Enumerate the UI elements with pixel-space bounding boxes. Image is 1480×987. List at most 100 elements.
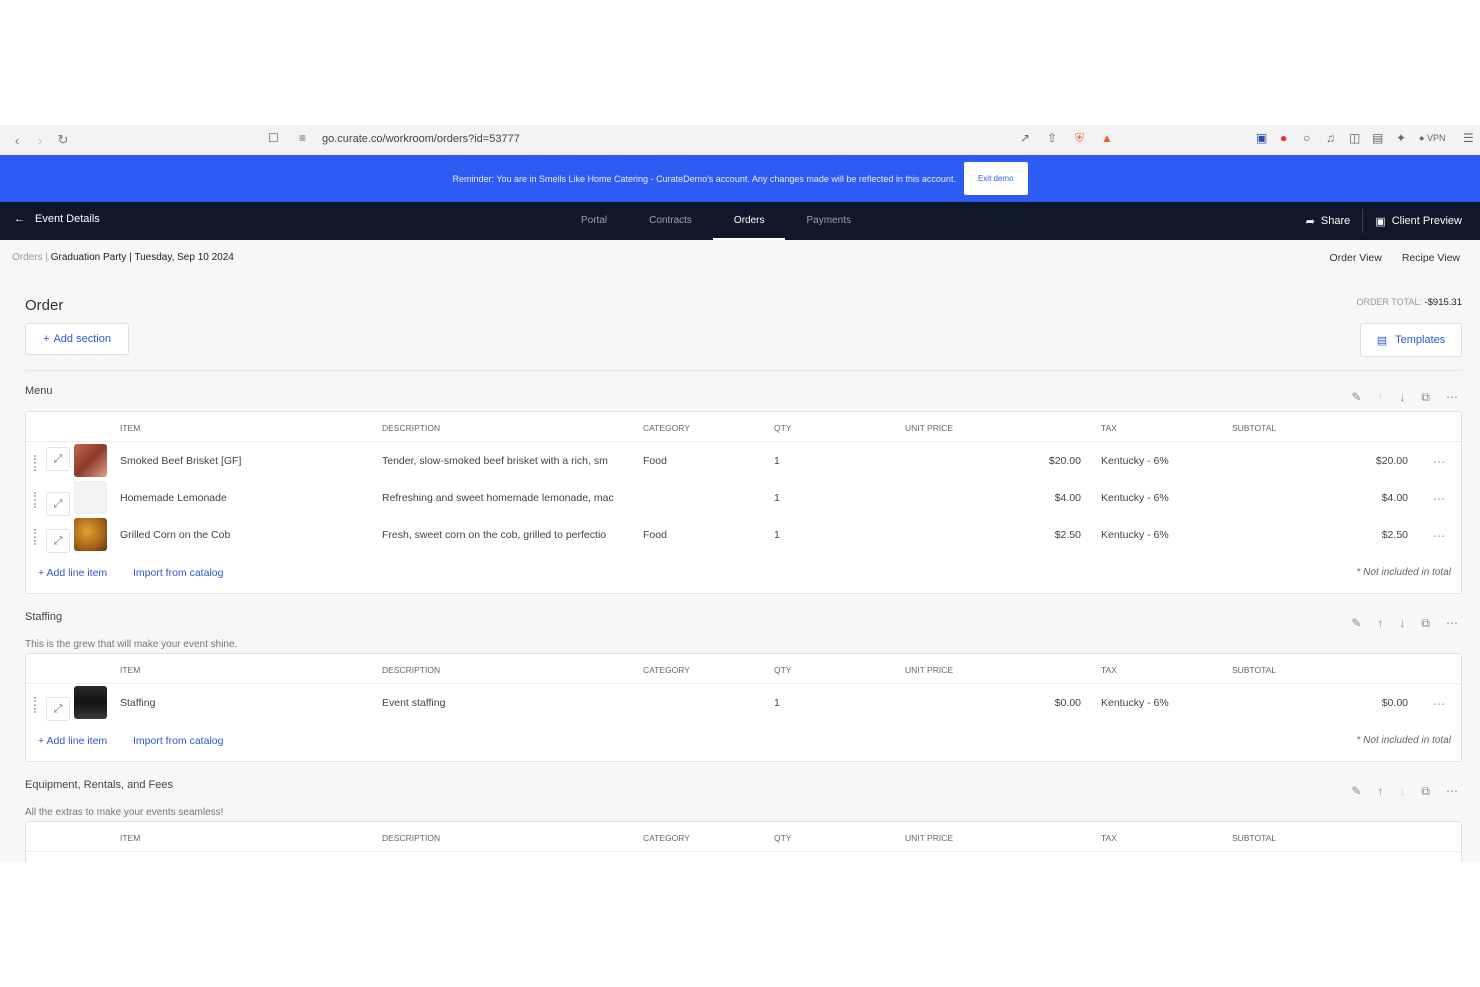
row-more-icon[interactable]: ⋯ [1433,697,1445,711]
table-row[interactable]: ⤢ Staffing Event staffing 1 $0.00 Kentuc… [26,684,1461,721]
site-settings-icon[interactable]: ≡ [299,131,306,145]
item-qty[interactable]: 1 [774,697,780,709]
extension-red-icon[interactable]: ● [1280,131,1287,145]
item-tax[interactable]: Kentucky - 6% [1101,529,1169,541]
breadcrumb-separator: | [129,252,132,263]
item-unit-price[interactable]: $4.00 [906,492,1081,504]
wallet-icon[interactable]: ▤ [1372,131,1383,145]
brave-shield-icon[interactable]: ⛨ [1075,131,1084,146]
import-from-catalog-link[interactable]: Import from catalog [133,735,223,747]
menu-icon[interactable]: ☰ [1463,131,1474,145]
share-page-icon[interactable]: ⇧ [1047,131,1057,145]
row-more-icon[interactable]: ⋯ [1433,455,1445,469]
row-more-icon[interactable]: ⋯ [1433,529,1445,543]
item-tax[interactable]: Kentucky - 6% [1101,697,1169,709]
brave-rewards-icon[interactable]: ▲ [1101,131,1113,145]
table-row[interactable]: ⤢ Grilled Corn on the Cob Fresh, sweet c… [26,516,1461,553]
drag-handle-icon[interactable] [34,697,38,713]
tab-payments[interactable]: Payments [785,202,871,240]
item-category[interactable]: Food [643,529,667,541]
edit-pencil-icon[interactable]: ✎ [1351,784,1361,799]
item-qty[interactable]: 1 [774,455,780,467]
move-up-icon[interactable]: ↑ [1377,390,1383,405]
move-down-icon[interactable]: ↓ [1399,390,1405,405]
item-tax[interactable]: Kentucky - 6% [1101,455,1169,467]
item-description[interactable]: Refreshing and sweet homemade lemonade, … [382,492,634,504]
tab-orders[interactable]: Orders [712,202,786,240]
row-more-icon[interactable]: ⋯ [1433,492,1445,506]
address-bar[interactable]: go.curate.co/workroom/orders?id=53777 [322,133,520,145]
import-from-catalog-link[interactable]: Import from catalog [133,567,223,579]
item-qty[interactable]: 1 [774,529,780,541]
move-up-icon[interactable]: ↑ [1377,616,1383,631]
duplicate-icon[interactable]: ⧉ [1421,784,1430,799]
drag-handle-icon[interactable] [34,492,38,508]
bookmark-icon[interactable]: ☐ [268,131,279,145]
expand-icon[interactable]: ⤢ [46,529,70,553]
duplicate-icon[interactable]: ⧉ [1421,616,1430,631]
vpn-button[interactable]: ● VPN [1419,133,1445,143]
item-tax[interactable]: Kentucky - 6% [1101,492,1169,504]
item-description[interactable]: Tender, slow-smoked beef brisket with a … [382,455,634,467]
forward-arrow-icon[interactable]: › [29,129,51,151]
move-down-icon[interactable]: ↓ [1399,616,1405,631]
breadcrumb-orders[interactable]: Orders [12,252,43,263]
edit-pencil-icon[interactable]: ✎ [1351,616,1361,631]
more-options-icon[interactable]: ⋯ [1446,390,1458,405]
order-view-link[interactable]: Order View [1330,252,1382,264]
item-description[interactable]: Fresh, sweet corn on the cob, grilled to… [382,529,634,541]
expand-icon[interactable]: ⤢ [46,697,70,721]
tab-portal[interactable]: Portal [560,202,628,240]
add-line-item-button[interactable]: + Add line item [38,735,107,747]
section-title: Equipment, Rentals, and Fees [25,779,173,791]
move-down-icon[interactable]: ↓ [1399,784,1405,799]
item-description[interactable]: Event staffing [382,697,634,709]
ai-icon[interactable]: ✦ [1396,131,1406,145]
item-name[interactable]: Staffing [120,697,375,709]
template-icon: ▤ [1376,334,1388,347]
back-arrow-icon[interactable]: ‹ [6,129,28,151]
column-qty: QTY [774,833,792,843]
item-subtotal: $20.00 [1375,455,1408,467]
extension-chat-icon[interactable]: ○ [1303,131,1310,145]
item-category[interactable]: Food [643,455,667,467]
table-header: ITEM DESCRIPTION CATEGORY QTY UNIT PRICE… [26,412,1461,442]
column-unit-price: UNIT PRICE [905,833,954,843]
sidebar-icon[interactable]: ◫ [1349,131,1360,145]
drag-handle-icon[interactable] [34,455,38,471]
open-external-icon[interactable]: ↗ [1020,131,1030,145]
page-title: Order [25,297,64,314]
order-total: ORDER TOTAL: -$915.31 [1356,297,1462,308]
item-qty[interactable]: 1 [774,492,780,504]
add-section-button[interactable]: + Add section [25,323,129,355]
item-unit-price[interactable]: $2.50 [906,529,1081,541]
section-table: ITEM DESCRIPTION CATEGORY QTY UNIT PRICE… [25,821,1462,862]
templates-button[interactable]: ▤ Templates [1360,323,1462,357]
client-preview-button[interactable]: ▣ Client Preview [1363,215,1474,228]
item-name[interactable]: Homemade Lemonade [120,492,375,504]
more-options-icon[interactable]: ⋯ [1446,616,1458,631]
add-line-item-button[interactable]: + Add line item [38,567,107,579]
share-button[interactable]: ➦ Share [1294,215,1363,228]
drag-handle-icon[interactable] [34,529,38,545]
music-icon[interactable]: ♫ [1326,131,1335,145]
edit-pencil-icon[interactable]: ✎ [1351,390,1361,405]
column-category: CATEGORY [643,833,690,843]
item-name[interactable]: Grilled Corn on the Cob [120,529,375,541]
exit-demo-button[interactable]: Exit demo [963,162,1028,195]
tab-contracts[interactable]: Contracts [628,202,713,240]
expand-icon[interactable]: ⤢ [46,492,70,516]
table-row[interactable]: ⤢ Smoked Beef Brisket [GF] Tender, slow-… [26,442,1461,479]
extension-d-icon[interactable]: ▣ [1256,131,1267,145]
expand-icon[interactable]: ⤢ [46,447,70,471]
more-options-icon[interactable]: ⋯ [1446,784,1458,799]
duplicate-icon[interactable]: ⧉ [1421,390,1430,405]
item-unit-price[interactable]: $0.00 [906,697,1081,709]
reload-icon[interactable]: ↻ [52,129,74,151]
item-name[interactable]: Smoked Beef Brisket [GF] [120,455,375,467]
recipe-view-link[interactable]: Recipe View [1402,252,1460,264]
back-to-event-details[interactable]: ← Event Details [14,213,100,225]
item-unit-price[interactable]: $20.00 [906,455,1081,467]
move-up-icon[interactable]: ↑ [1377,784,1383,799]
table-row[interactable]: ⤢ Homemade Lemonade Refreshing and sweet… [26,479,1461,516]
